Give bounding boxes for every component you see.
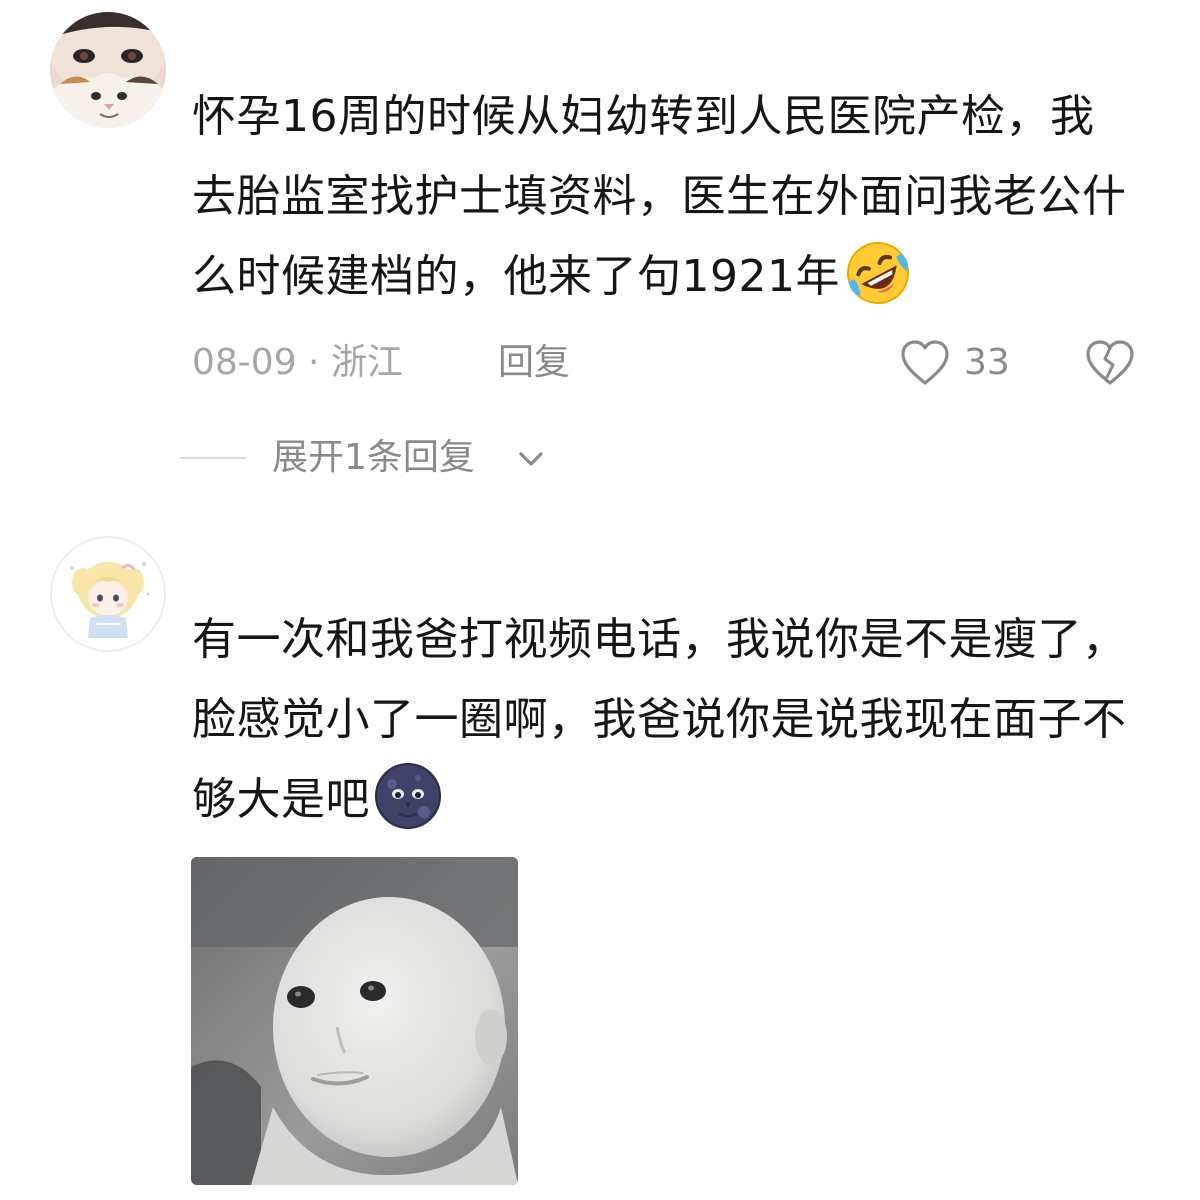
avatar-image xyxy=(50,12,166,128)
new-moon-face-icon xyxy=(375,763,441,829)
expand-replies-button[interactable]: 展开1条回复 xyxy=(180,428,680,488)
reply-button[interactable]: 回复 xyxy=(498,333,570,393)
heart-icon xyxy=(901,340,949,385)
sticker-image[interactable] xyxy=(191,857,518,1185)
comment-date-location: 08-09 · 浙江 xyxy=(192,342,403,383)
broken-heart-icon[interactable] xyxy=(1084,339,1136,387)
rolling-on-floor-laughing-icon xyxy=(846,242,909,304)
comment-text-content: 有一次和我爸打视频电话，我说你是不是瘦了，脸感觉小了一圈啊，我爸说你是说我现在面… xyxy=(192,614,1127,825)
expand-replies-label: 展开1条回复 xyxy=(272,437,475,478)
divider-line xyxy=(180,457,246,459)
chevron-down-icon xyxy=(519,452,543,466)
comment-1: 怀孕16周的时候从妇幼转到人民医院产检，我去胎监室找护士填资料，医生在外面问我老… xyxy=(0,0,1200,520)
comment-2: 有一次和我爸打视频电话，我说你是不是瘦了，脸感觉小了一圈啊，我爸说你是说我现在面… xyxy=(0,520,1200,1200)
comment-text-content: 怀孕16周的时候从妇幼转到人民医院产检，我去胎监室找护士填资料，医生在外面问我老… xyxy=(192,91,1127,302)
avatar-image xyxy=(52,538,164,650)
avatar[interactable] xyxy=(50,536,166,652)
like-count: 33 xyxy=(964,342,1010,383)
comment-meta: 08-09 · 浙江 回复 33 xyxy=(192,333,1152,393)
comment-text: 有一次和我爸打视频电话，我说你是不是瘦了，脸感觉小了一圈啊，我爸说你是说我现在面… xyxy=(192,600,1132,840)
avatar[interactable] xyxy=(50,12,166,128)
comment-text: 怀孕16周的时候从妇幼转到人民医院产检，我去胎监室找护士填资料，医生在外面问我老… xyxy=(192,77,1132,317)
doll-face-image xyxy=(191,857,518,1185)
